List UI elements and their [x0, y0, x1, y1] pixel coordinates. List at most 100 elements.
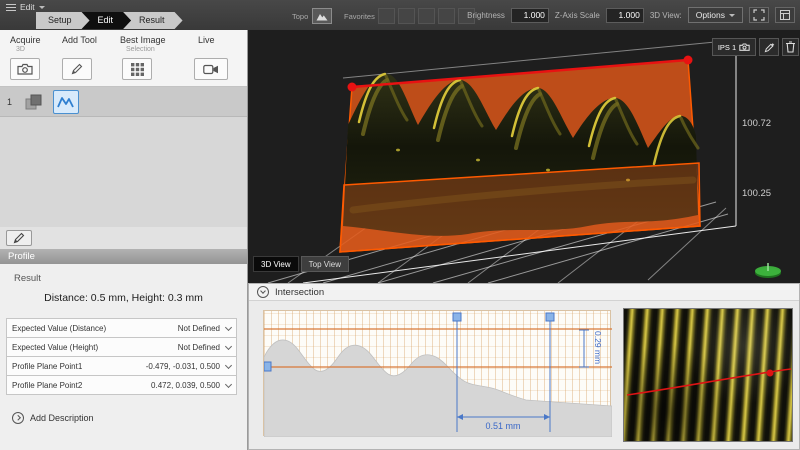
trash-icon: [785, 41, 796, 53]
z-axis-scale-input[interactable]: 1.000: [606, 8, 644, 23]
acquire-sublabel: 3D: [16, 46, 25, 53]
result-label: Result: [14, 273, 41, 284]
intersection-camera-preview: [623, 308, 793, 442]
pencil-icon: [13, 232, 25, 244]
profile-tool-tile-selected[interactable]: [53, 90, 79, 114]
cursor-handle-right[interactable]: [546, 313, 554, 321]
mode-tabs: Setup Edit Result: [36, 12, 183, 29]
hamburger-icon: [6, 2, 16, 13]
view-settings-group: Brightness 1.000 Z-Axis Scale 1.000 3D V…: [467, 7, 795, 23]
pencil-icon: [71, 63, 83, 75]
brightness-label: Brightness: [467, 11, 505, 20]
profile-line-handle-left[interactable]: [348, 83, 357, 92]
3d-viewport[interactable]: IPS 1 100.72 100.25 3D View Top View: [248, 30, 800, 283]
height-measurement-label: 0.29 mm: [593, 331, 603, 364]
brightness-input[interactable]: 1.000: [511, 8, 549, 23]
topo-group: Topo: [292, 8, 332, 24]
pencil-plus-icon: [764, 42, 775, 53]
row-plane-point1[interactable]: Profile Plane Point1 -0.479, -0.031, 0.5…: [6, 356, 237, 376]
live-label: Live: [198, 35, 215, 45]
left-tool-panel: Acquire 3D Add Tool Best Image Selection…: [0, 30, 248, 450]
tab-result[interactable]: Result: [123, 12, 183, 29]
favorites-group: Favorites: [344, 8, 475, 24]
result-summary: Distance: 0.5 mm, Height: 0.3 mm: [0, 292, 247, 304]
cursor-handle-left[interactable]: [453, 313, 461, 321]
z-axis-tick-lower: 100.25: [742, 188, 771, 199]
list-item[interactable]: 1: [0, 87, 247, 117]
row-expected-height[interactable]: Expected Value (Height) Not Defined: [6, 337, 237, 357]
favorite-slot-3-button[interactable]: [418, 8, 435, 24]
intersection-panel: Intersection 0.51 mm 0.29 mm: [248, 283, 800, 450]
live-view-button[interactable]: [194, 58, 228, 80]
topo-view-button[interactable]: [312, 8, 332, 24]
chevron-down-icon: [225, 361, 232, 368]
intersection-title: Intersection: [275, 287, 324, 298]
favorites-label: Favorites: [344, 12, 375, 21]
result-section: Result Distance: 0.5 mm, Height: 0.3 mm …: [0, 264, 247, 450]
tab-setup[interactable]: Setup: [36, 12, 90, 29]
acquire-3d-button[interactable]: [10, 58, 40, 80]
camera-preview-overlay: [624, 309, 794, 443]
3d-view-options-button[interactable]: Options: [688, 7, 743, 23]
expand-circle-icon: [12, 412, 24, 424]
reference-line-handle[interactable]: [264, 362, 271, 371]
layers-icon: [779, 9, 791, 21]
profile-area: [264, 340, 612, 437]
topo-label: Topo: [292, 12, 308, 21]
chevron-down-icon: [39, 6, 45, 9]
chevron-down-icon: [225, 323, 232, 330]
dataset-thumbnail[interactable]: [22, 91, 46, 113]
acquire-label: Acquire: [10, 35, 41, 45]
view-layout-button[interactable]: [775, 7, 795, 23]
width-measurement-label: 0.51 mm: [485, 421, 520, 431]
mountain-icon: [316, 12, 328, 21]
row-expected-distance[interactable]: Expected Value (Distance) Not Defined: [6, 318, 237, 338]
video-camera-icon: [203, 64, 219, 75]
add-tool-button[interactable]: [62, 58, 92, 80]
grid-icon: [131, 63, 144, 76]
best-image-sublabel: Selection: [126, 46, 155, 53]
profile-curve-icon: [57, 95, 75, 109]
favorite-slot-4-button[interactable]: [438, 8, 455, 24]
z-axis-tick-upper: 100.72: [742, 118, 771, 129]
orientation-compass[interactable]: [750, 260, 786, 280]
edit-menu-label: Edit: [20, 2, 35, 12]
chevron-down-icon: [729, 14, 735, 17]
top-view-button[interactable]: Top View: [301, 256, 349, 272]
collapse-circle-icon: [257, 286, 269, 298]
profile-point-marker: [767, 370, 774, 377]
add-tool-label: Add Tool: [62, 35, 97, 45]
measurement-list: 1: [0, 87, 247, 227]
acquire-toolbar: Acquire 3D Add Tool Best Image Selection…: [0, 30, 247, 87]
camera-icon: [17, 63, 33, 75]
top-menubar: Edit Setup Edit Result Topo Favorites Br…: [0, 0, 800, 30]
layers-icon: [25, 94, 43, 110]
best-image-label: Best Image: [120, 35, 166, 45]
profile-plot: 0.51 mm 0.29 mm: [264, 311, 612, 437]
favorite-slot-1-button[interactable]: [378, 8, 395, 24]
chevron-down-icon: [225, 342, 232, 349]
intersection-header[interactable]: Intersection: [249, 284, 799, 301]
list-item-number: 1: [7, 97, 15, 107]
profile-section-header: Profile: [0, 249, 247, 264]
edit-tool-button[interactable]: [6, 230, 32, 246]
camera-icon: [739, 43, 750, 51]
view-mode-switch: 3D View Top View: [253, 256, 349, 272]
add-description-button[interactable]: Add Description: [12, 412, 94, 424]
fit-view-button[interactable]: [749, 7, 769, 23]
z-axis-scale-label: Z-Axis Scale: [555, 11, 600, 20]
profile-line-overlay: [627, 369, 791, 395]
favorite-slot-2-button[interactable]: [398, 8, 415, 24]
view-3d-label: 3D View:: [650, 11, 682, 20]
3d-view-button[interactable]: 3D View: [253, 256, 299, 272]
row-plane-point2[interactable]: Profile Plane Point2 0.472, 0.039, 0.500: [6, 375, 237, 395]
maximize-icon: [753, 9, 765, 21]
profile-line-handle-right[interactable]: [684, 56, 693, 65]
result-rows: Expected Value (Distance) Not Defined Ex…: [6, 318, 237, 395]
best-image-selection-button[interactable]: [122, 58, 152, 80]
ips-camera-button[interactable]: IPS 1: [712, 38, 756, 56]
intersection-profile-chart[interactable]: 0.51 mm 0.29 mm: [263, 310, 611, 436]
3d-scene: [248, 30, 800, 283]
delete-capture-button[interactable]: [782, 38, 799, 56]
edit-capture-button[interactable]: [759, 38, 779, 56]
